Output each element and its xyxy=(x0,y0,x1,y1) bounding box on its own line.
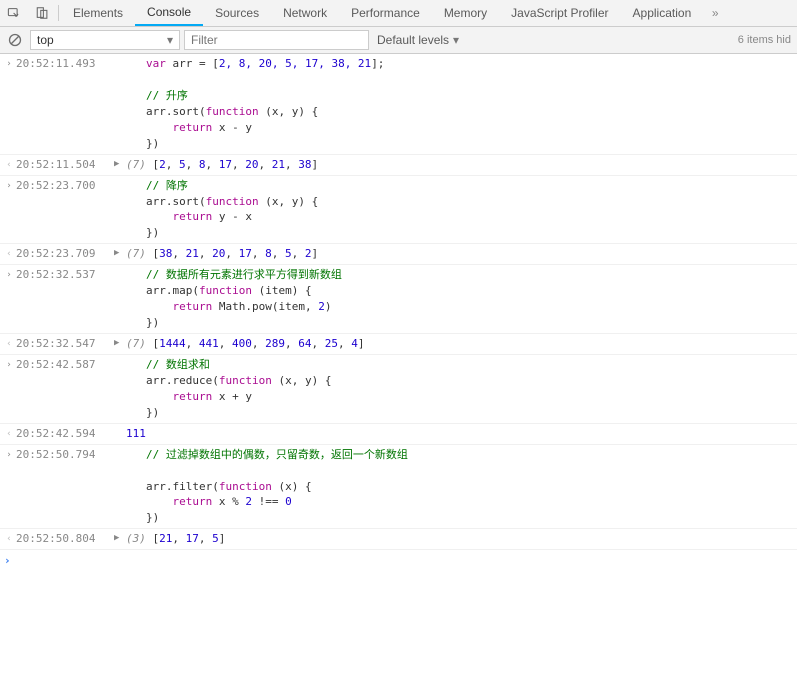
timestamp: 20:52:42.594 xyxy=(14,426,114,442)
filter-input[interactable] xyxy=(184,30,369,50)
console-input-row: › 20:52:11.493 var arr = [2, 8, 20, 5, 1… xyxy=(0,54,797,155)
dropdown-icon: ▾ xyxy=(453,33,459,47)
context-label: top xyxy=(37,33,54,47)
output-value[interactable]: (3) [21, 17, 5] xyxy=(126,531,797,547)
timestamp: 20:52:11.504 xyxy=(14,157,114,173)
panel-tabs: Elements Console Sources Network Perform… xyxy=(61,0,703,26)
output-value: 111 xyxy=(126,426,797,442)
timestamp: 20:52:50.794 xyxy=(14,447,114,527)
code-block: // 数组求和 arr.reduce(function (x, y) { ret… xyxy=(126,357,797,421)
hidden-messages-count: 6 items hid xyxy=(738,34,793,46)
tab-network[interactable]: Network xyxy=(271,0,339,26)
console-messages: › 20:52:11.493 var arr = [2, 8, 20, 5, 1… xyxy=(0,54,797,572)
prompt-chevron-icon: › xyxy=(4,553,18,569)
console-prompt[interactable]: › xyxy=(0,550,797,572)
console-input-row: › 20:52:42.587 // 数组求和 arr.reduce(functi… xyxy=(0,355,797,424)
code-block: // 数据所有元素进行求平方得到新数组 arr.map(function (it… xyxy=(126,267,797,331)
code-block: var arr = [2, 8, 20, 5, 17, 38, 21]; // … xyxy=(126,56,797,152)
input-chevron-icon: › xyxy=(4,357,14,421)
output-value[interactable]: (7) [1444, 441, 400, 289, 64, 25, 4] xyxy=(126,336,797,352)
inspect-element-icon[interactable] xyxy=(0,0,28,26)
console-output-row: ‹ 20:52:32.547 ▶ (7) [1444, 441, 400, 28… xyxy=(0,334,797,355)
timestamp: 20:52:32.547 xyxy=(14,336,114,352)
console-output-row: ‹ 20:52:42.594 111 xyxy=(0,424,797,445)
expand-icon[interactable]: ▶ xyxy=(114,531,126,547)
clear-console-icon[interactable] xyxy=(4,33,26,47)
console-input-row: › 20:52:23.700 // 降序 arr.sort(function (… xyxy=(0,176,797,245)
tab-performance[interactable]: Performance xyxy=(339,0,432,26)
output-chevron-icon: ‹ xyxy=(4,157,14,173)
console-output-row: ‹ 20:52:23.709 ▶ (7) [38, 21, 20, 17, 8,… xyxy=(0,244,797,265)
timestamp: 20:52:42.587 xyxy=(14,357,114,421)
input-chevron-icon: › xyxy=(4,447,14,527)
tab-sources[interactable]: Sources xyxy=(203,0,271,26)
devtools-toolbar: Elements Console Sources Network Perform… xyxy=(0,0,797,27)
timestamp: 20:52:32.537 xyxy=(14,267,114,331)
code-block: // 降序 arr.sort(function (x, y) { return … xyxy=(126,178,797,242)
output-chevron-icon: ‹ xyxy=(4,531,14,547)
expand-icon[interactable]: ▶ xyxy=(114,157,126,173)
tab-application[interactable]: Application xyxy=(621,0,704,26)
console-output-row: ‹ 20:52:11.504 ▶ (7) [2, 5, 8, 17, 20, 2… xyxy=(0,155,797,176)
level-label: Default levels xyxy=(377,33,449,47)
tabs-overflow-icon[interactable]: » xyxy=(703,6,727,20)
timestamp: 20:52:11.493 xyxy=(14,56,114,152)
output-chevron-icon: ‹ xyxy=(4,246,14,262)
expand-icon[interactable]: ▶ xyxy=(114,336,126,352)
tab-memory[interactable]: Memory xyxy=(432,0,499,26)
tab-js-profiler[interactable]: JavaScript Profiler xyxy=(499,0,620,26)
input-chevron-icon: › xyxy=(4,56,14,152)
tab-console[interactable]: Console xyxy=(135,0,203,26)
log-level-selector[interactable]: Default levels ▾ xyxy=(377,33,459,47)
console-input-row: › 20:52:50.794 // 过滤掉数组中的偶数，只留奇数，返回一个新数组… xyxy=(0,445,797,530)
timestamp: 20:52:50.804 xyxy=(14,531,114,547)
timestamp: 20:52:23.700 xyxy=(14,178,114,242)
console-input-row: › 20:52:32.537 // 数据所有元素进行求平方得到新数组 arr.m… xyxy=(0,265,797,334)
device-toggle-icon[interactable] xyxy=(28,0,56,26)
output-value[interactable]: (7) [38, 21, 20, 17, 8, 5, 2] xyxy=(126,246,797,262)
context-selector[interactable]: top ▾ xyxy=(30,30,180,50)
console-output-row: ‹ 20:52:50.804 ▶ (3) [21, 17, 5] xyxy=(0,529,797,550)
output-chevron-icon: ‹ xyxy=(4,426,14,442)
console-filter-bar: top ▾ Default levels ▾ 6 items hid xyxy=(0,27,797,54)
expand-icon[interactable]: ▶ xyxy=(114,246,126,262)
output-chevron-icon: ‹ xyxy=(4,336,14,352)
output-value[interactable]: (7) [2, 5, 8, 17, 20, 21, 38] xyxy=(126,157,797,173)
dropdown-icon: ▾ xyxy=(167,33,173,47)
input-chevron-icon: › xyxy=(4,178,14,242)
code-block: // 过滤掉数组中的偶数，只留奇数，返回一个新数组 arr.filter(fun… xyxy=(126,447,797,527)
tab-elements[interactable]: Elements xyxy=(61,0,135,26)
input-chevron-icon: › xyxy=(4,267,14,331)
timestamp: 20:52:23.709 xyxy=(14,246,114,262)
